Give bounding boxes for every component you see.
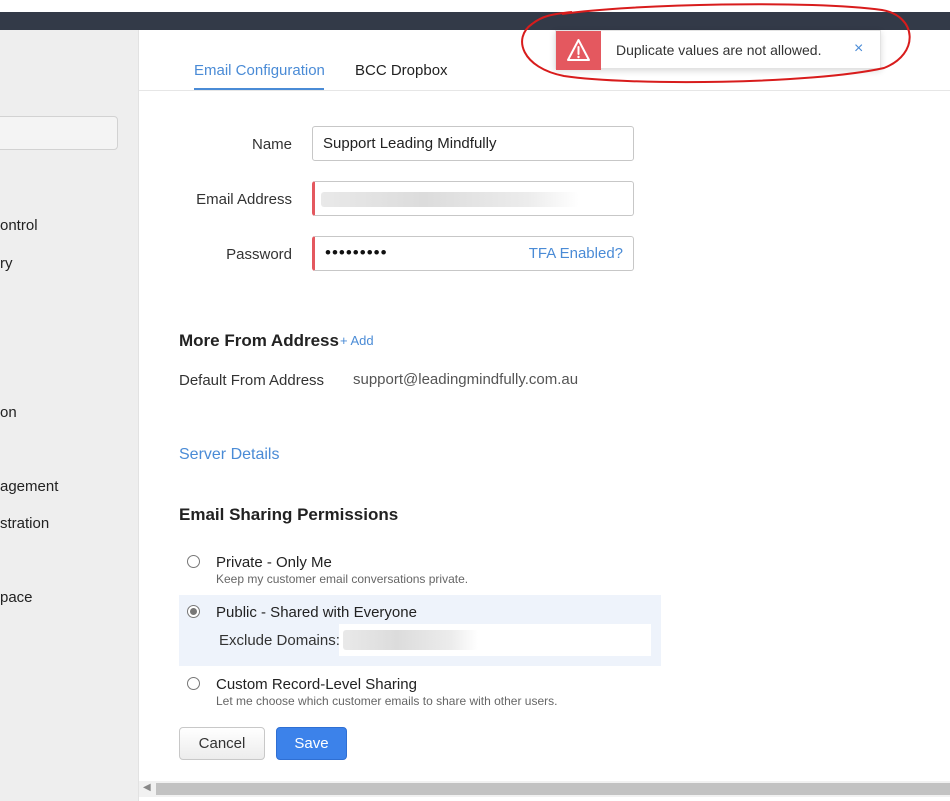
email-address-field[interactable] (312, 181, 634, 216)
tab-email-configuration[interactable]: Email Configuration (194, 62, 325, 79)
name-field-value: Support Leading Mindfully (323, 135, 497, 152)
scrollbar-thumb[interactable] (156, 783, 950, 795)
name-field[interactable]: Support Leading Mindfully (312, 126, 634, 161)
sidebar-item-3[interactable]: on (0, 404, 17, 421)
public-radio[interactable] (187, 605, 200, 618)
custom-option-label[interactable]: Custom Record-Level Sharing (216, 676, 417, 693)
sidebar-search-input[interactable] (0, 116, 118, 150)
tabs-divider (139, 90, 950, 91)
add-from-address-link[interactable]: + Add (340, 333, 374, 348)
horizontal-scrollbar[interactable]: ◀ (139, 781, 950, 797)
scroll-left-arrow-icon[interactable]: ◀ (143, 782, 151, 793)
settings-sidebar: ontrol ry on agement stration pace (0, 30, 139, 801)
more-from-address-title: More From Address (179, 331, 339, 350)
exclude-domains-input[interactable] (339, 624, 651, 656)
redacted-email-value (321, 192, 579, 207)
server-details-link[interactable]: Server Details (179, 446, 279, 464)
name-label: Name (251, 136, 292, 153)
default-from-address-label: Default From Address (179, 372, 325, 389)
custom-option-description: Let me choose which customer emails to s… (216, 694, 558, 708)
private-option-label[interactable]: Private - Only Me (216, 554, 332, 571)
annotation-circle (521, 3, 911, 84)
sidebar-item-1[interactable]: ontrol (0, 217, 38, 234)
private-radio[interactable] (187, 555, 200, 568)
private-option-description: Keep my customer email conversations pri… (216, 572, 469, 586)
sidebar-item-5[interactable]: stration (0, 515, 49, 532)
sidebar-item-2[interactable]: ry (0, 255, 13, 272)
email-sharing-permissions-title: Email Sharing Permissions (179, 505, 399, 524)
default-from-address-value: support@leadingmindfully.com.au (353, 371, 579, 388)
password-masked-value: ••••••••• (325, 243, 388, 262)
custom-radio[interactable] (187, 677, 200, 690)
cancel-button[interactable]: Cancel (179, 727, 265, 760)
tfa-enabled-link[interactable]: TFA Enabled? (529, 245, 623, 262)
password-field[interactable]: ••••••••• TFA Enabled? (312, 236, 634, 271)
email-address-label: Email Address (196, 191, 292, 208)
exclude-domains-label: Exclude Domains: (219, 632, 340, 649)
tab-bcc-dropbox[interactable]: BCC Dropbox (355, 62, 448, 79)
public-option-label[interactable]: Public - Shared with Everyone (216, 604, 417, 621)
sidebar-item-4[interactable]: agement (0, 478, 58, 495)
password-label: Password (226, 246, 292, 263)
save-button[interactable]: Save (276, 727, 347, 760)
redacted-domains-value (343, 630, 478, 650)
sidebar-item-6[interactable]: pace (0, 589, 33, 606)
